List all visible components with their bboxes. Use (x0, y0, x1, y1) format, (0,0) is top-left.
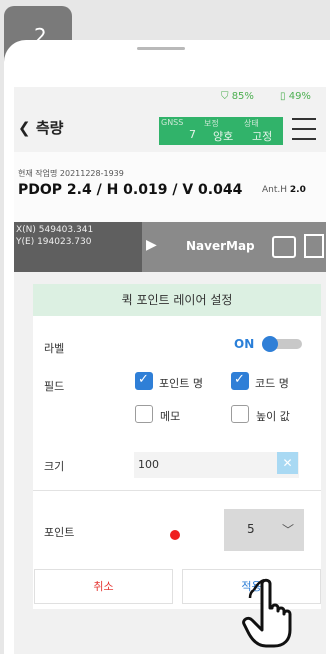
height-value-label: 높이 값 (256, 410, 290, 423)
gps-status: ⛉ 85% (221, 91, 254, 102)
cancel-button[interactable]: 취소 (34, 569, 173, 604)
chevron-left-icon: ❮ (18, 119, 31, 137)
battery-percent: 49% (288, 91, 311, 102)
divider (33, 490, 321, 491)
anth-value: 2.0 (289, 185, 306, 195)
height-value-checkbox[interactable] (231, 405, 249, 423)
quick-point-layer-dialog: 퀵 포인트 레이어 설정 라벨 ON 필드 포인트 명 코드 명 메모 높이 값… (33, 284, 321, 609)
job-name-text: 현재 작업명 20211228-1939 (18, 169, 124, 178)
document-icon[interactable] (304, 234, 324, 258)
hamburger-menu-icon[interactable] (292, 118, 316, 148)
gnss-label: GNSS (161, 118, 184, 127)
info-panel: 현재 작업명 20211228-1939 PDOP 2.4 / H 0.019 … (14, 152, 326, 222)
antenna-height: Ant.H 2.0 (262, 185, 306, 195)
back-label: 측량 (35, 119, 64, 137)
app-header: ⛉ 85% ▯ 49% ❮ 측량 GNSS 7 보정 양호 상태 고정 (14, 87, 326, 152)
map-toolbar: X(N) 549403.341 Y(E) 194023.730 ▶ NaverM… (14, 222, 326, 272)
anth-label: Ant.H (262, 185, 288, 195)
correction-value: 양호 (213, 130, 234, 143)
memo-label: 메모 (160, 410, 181, 423)
back-button[interactable]: ❮ 측량 (18, 117, 63, 138)
coordinate-readout: X(N) 549403.341 Y(E) 194023.730 (14, 222, 142, 272)
field-row-label: 필드 (44, 380, 65, 393)
state-value: 고정 (252, 130, 273, 143)
point-color-dot[interactable] (170, 530, 180, 540)
battery-icon: ▯ (280, 91, 286, 102)
point-size-value: 5 (247, 522, 255, 536)
layers-icon[interactable] (272, 236, 296, 258)
size-row-label: 크기 (44, 460, 65, 473)
play-icon[interactable]: ▶ (146, 237, 157, 253)
gnss-status-box: GNSS 7 보정 양호 상태 고정 (159, 117, 283, 145)
coord-y: Y(E) 194023.730 (16, 237, 92, 247)
gps-icon: ⛉ (221, 91, 229, 102)
chevron-down-icon: ﹀ (282, 523, 295, 537)
clear-icon[interactable]: ✕ (277, 452, 298, 474)
toggle-knob (262, 336, 278, 352)
label-row-label: 라벨 (44, 342, 65, 355)
hand-pointer-icon (242, 578, 292, 648)
label-state-text: ON (234, 337, 255, 351)
point-size-select[interactable]: 5 ﹀ (224, 509, 304, 551)
gnss-value: 7 (189, 128, 196, 141)
dialog-title: 퀵 포인트 레이어 설정 (33, 284, 321, 316)
code-name-label: 코드 명 (255, 377, 289, 390)
map-name[interactable]: NaverMap (186, 239, 255, 253)
point-name-label: 포인트 명 (159, 377, 203, 390)
memo-checkbox[interactable] (135, 405, 153, 423)
gps-percent: 85% (231, 91, 254, 102)
battery-status: ▯ 49% (280, 91, 311, 102)
phone-speaker (137, 47, 185, 50)
pdop-readout: PDOP 2.4 / H 0.019 / V 0.044 (18, 182, 243, 198)
code-name-checkbox[interactable] (231, 372, 249, 390)
point-row-label: 포인트 (44, 526, 75, 539)
label-toggle[interactable] (262, 336, 302, 352)
point-name-checkbox[interactable] (135, 372, 153, 390)
coord-x: X(N) 549403.341 (16, 225, 94, 235)
size-input[interactable]: 100 (134, 452, 299, 478)
